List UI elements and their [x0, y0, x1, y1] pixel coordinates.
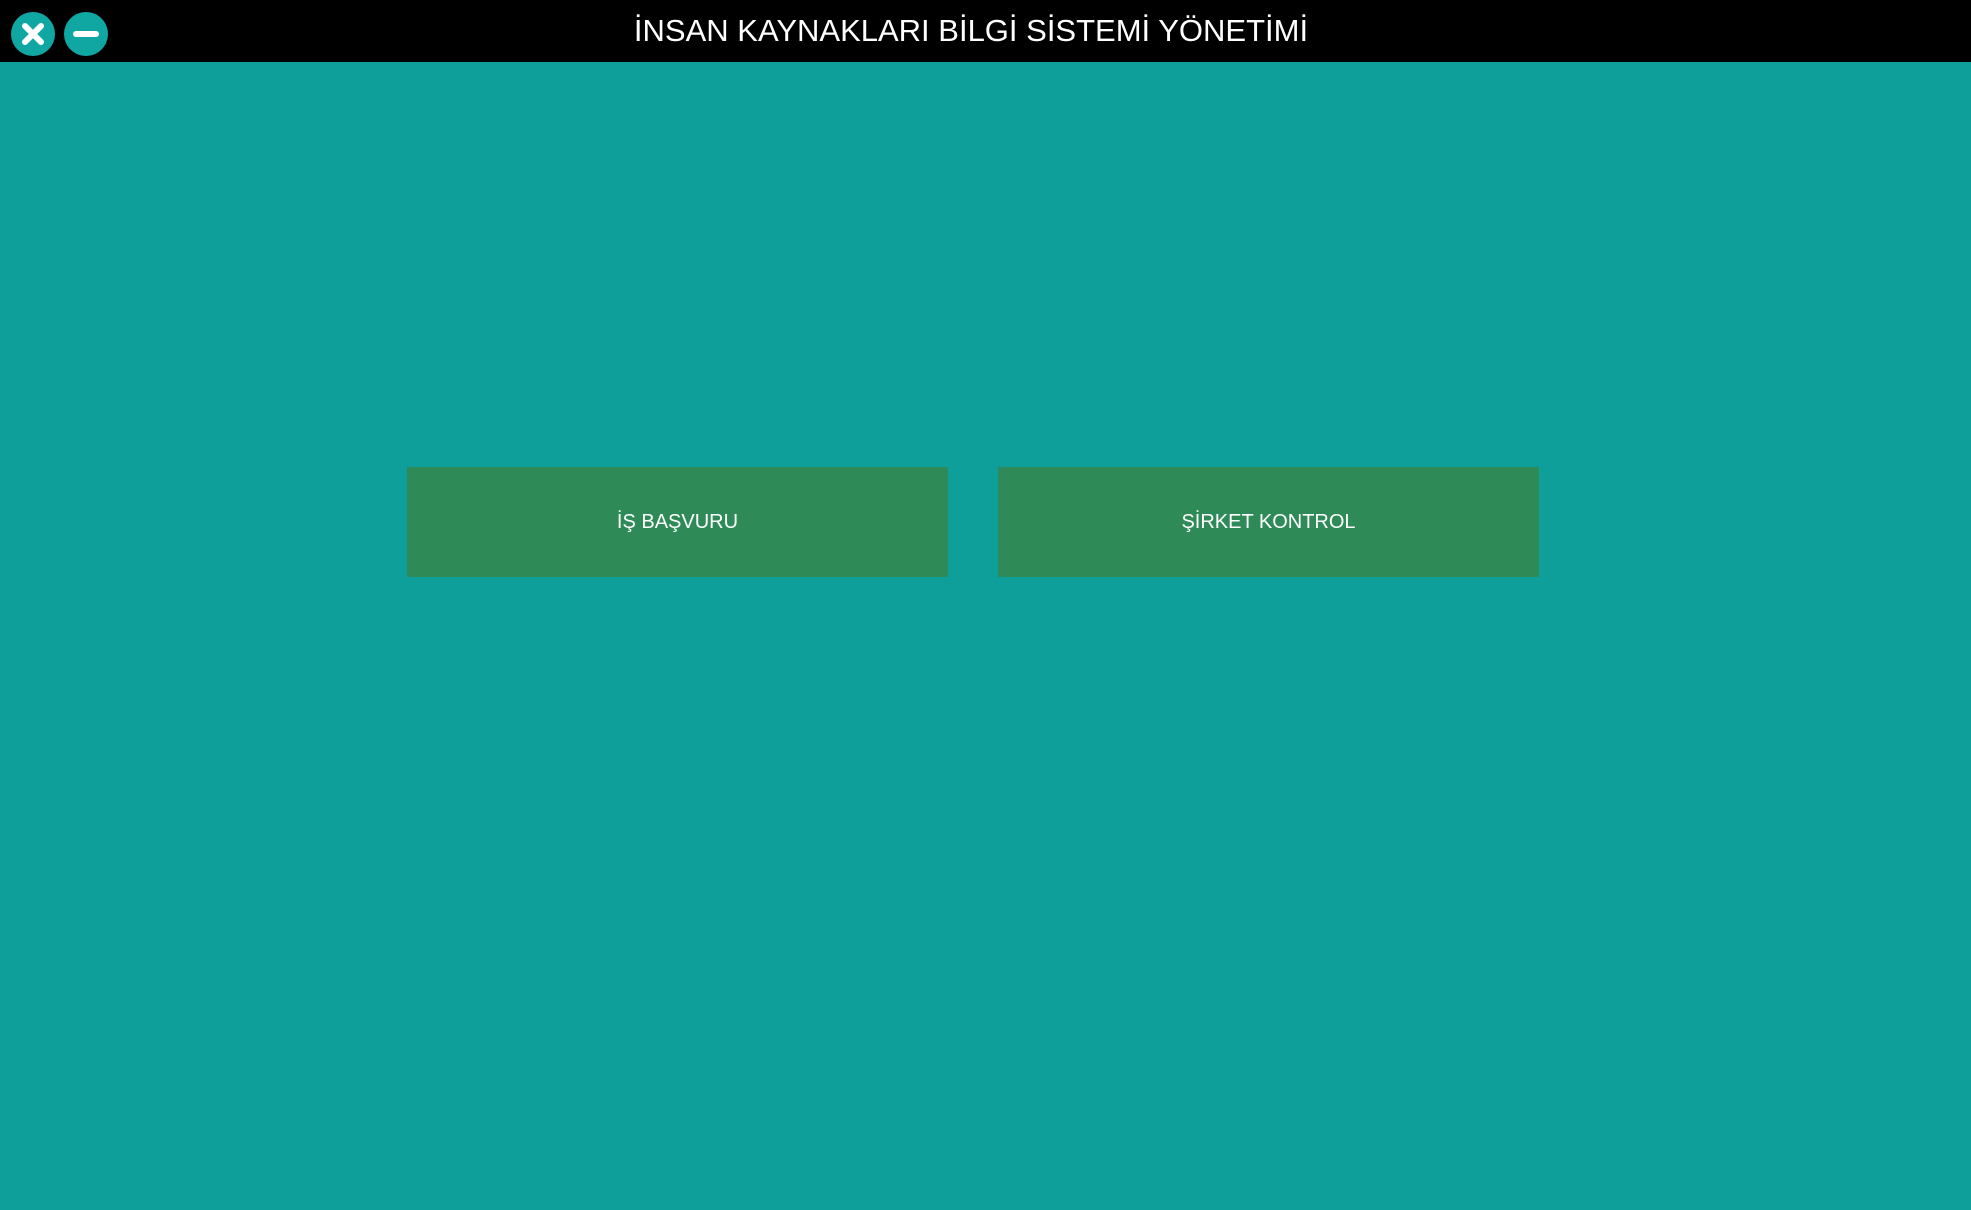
job-application-button[interactable]: İŞ BAŞVURU: [407, 467, 948, 577]
close-icon: [22, 23, 44, 45]
company-control-button[interactable]: ŞİRKET KONTROL: [998, 467, 1539, 577]
window-title: İNSAN KAYNAKLARI BİLGİ SİSTEMİ YÖNETİMİ: [633, 13, 1309, 48]
company-control-label: ŞİRKET KONTROL: [1181, 510, 1356, 533]
title-bar: İNSAN KAYNAKLARI BİLGİ SİSTEMİ YÖNETİMİ: [0, 0, 1971, 62]
minimize-icon: [73, 31, 99, 37]
main-content: İŞ BAŞVURU ŞİRKET KONTROL: [0, 62, 1971, 1210]
app-window: İNSAN KAYNAKLARI BİLGİ SİSTEMİ YÖNETİMİ …: [0, 0, 1971, 1210]
job-application-label: İŞ BAŞVURU: [616, 510, 739, 533]
close-button[interactable]: [11, 12, 55, 56]
minimize-button[interactable]: [64, 12, 108, 56]
